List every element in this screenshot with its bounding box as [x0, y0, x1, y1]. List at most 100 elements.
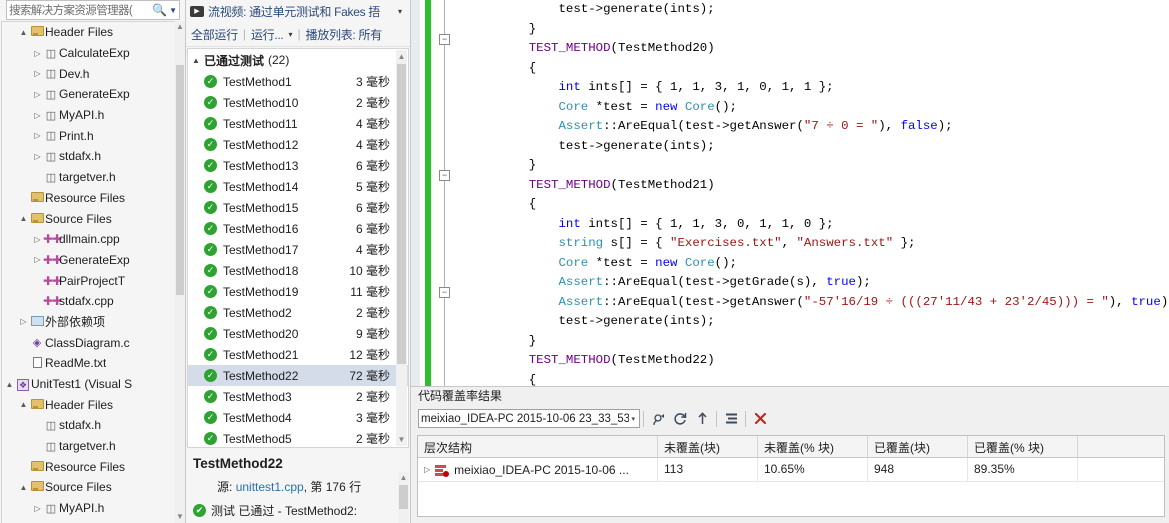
tree-item[interactable]: ▷ ✚✚ GenerateExp — [2, 250, 179, 271]
test-list-item[interactable]: ✓ TestMethod17 4 毫秒 — [188, 239, 408, 260]
tree-item[interactable]: ▷ 外部依赖项 — [2, 312, 179, 333]
tree-item[interactable]: ◫ targetver.h — [2, 167, 179, 188]
coverage-table-row[interactable]: ▷ meixiao_IDEA-PC 2015-10-06 ... 113 10.65%… — [418, 458, 1164, 482]
solution-explorer-search-box[interactable]: 搜索解决方案资源管理器( 🔍 ▼ — [6, 0, 180, 20]
tree-twisty-icon[interactable]: ▷ — [32, 90, 43, 99]
tree-item[interactable]: ▷ ◫ Print.h — [2, 125, 179, 146]
test-list-item[interactable]: ✓ TestMethod21 12 毫秒 — [188, 344, 408, 365]
tree-item[interactable]: ReadMe.txt — [2, 353, 179, 374]
scroll-up-arrow-icon[interactable]: ▲ — [396, 50, 407, 63]
run-chevron-down-icon[interactable]: ▾ — [288, 30, 292, 39]
video-icon[interactable]: ▶ — [190, 5, 204, 17]
tree-twisty-icon[interactable]: ▷ — [32, 255, 43, 264]
tree-item[interactable]: ◫ stdafx.h — [2, 415, 179, 436]
collapse-region-icon[interactable]: − — [439, 170, 450, 181]
solution-explorer-tree[interactable]: ▲ Header Files ▷ ◫ CalculateExp ▷ ◫ Dev.h ▷ ◫ Gene… — [1, 21, 179, 523]
collapse-region-icon[interactable]: − — [439, 34, 450, 45]
test-list-item[interactable]: ✓ TestMethod19 11 毫秒 — [188, 281, 408, 302]
coverage-column-header[interactable]: 未覆盖(块) — [658, 436, 758, 457]
coverage-column-header[interactable]: 层次结构 — [418, 436, 658, 457]
coverage-column-header[interactable]: 已覆盖(块) — [868, 436, 968, 457]
tree-item[interactable]: ◈ ClassDiagram.c — [2, 332, 179, 353]
solution-explorer-scrollbar[interactable]: ▲ ▼ — [175, 21, 185, 523]
test-list-item[interactable]: ✓ TestMethod20 9 毫秒 — [188, 323, 408, 344]
test-list-item[interactable]: ✓ TestMethod13 6 毫秒 — [188, 155, 408, 176]
refresh-icon[interactable] — [669, 408, 691, 429]
run-button[interactable]: 运行... — [251, 26, 284, 43]
tree-twisty-icon[interactable]: ▷ — [32, 152, 43, 161]
test-list-item[interactable]: ✓ TestMethod15 6 毫秒 — [188, 197, 408, 218]
tree-twisty-icon[interactable]: ▲ — [4, 380, 15, 389]
scroll-down-arrow-icon[interactable]: ▼ — [175, 511, 185, 523]
coverage-results-combo[interactable]: meixiao_IDEA-PC 2015-10-06 23_33_53.c ▾ — [418, 409, 640, 428]
tree-item[interactable]: ◫ targetver.h — [2, 436, 179, 457]
test-list-item[interactable]: ✓ TestMethod5 2 毫秒 — [188, 428, 408, 447]
tree-twisty-icon[interactable]: ▷ — [32, 235, 43, 244]
tree-twisty-icon[interactable]: ▲ — [18, 28, 29, 37]
test-list-item[interactable]: ✓ TestMethod10 2 毫秒 — [188, 92, 408, 113]
group-twisty-icon[interactable]: ▲ — [192, 56, 204, 65]
scroll-up-arrow-icon[interactable]: ▲ — [398, 472, 409, 484]
tree-item[interactable]: ▲ Header Files — [2, 394, 179, 415]
scrollbar-thumb[interactable] — [176, 65, 184, 295]
test-list-item[interactable]: ✓ TestMethod11 4 毫秒 — [188, 113, 408, 134]
scroll-down-arrow-icon[interactable]: ▼ — [396, 433, 407, 446]
test-list-item[interactable]: ✓ TestMethod22 72 毫秒 — [188, 365, 408, 386]
chevron-down-icon[interactable]: ▼ — [169, 6, 177, 15]
row-expander-icon[interactable]: ▷ — [424, 465, 430, 474]
tree-item[interactable]: ▲ Source Files — [2, 208, 179, 229]
tree-twisty-icon[interactable]: ▷ — [32, 49, 43, 58]
coverage-column-header[interactable]: 未覆盖(% 块) — [758, 436, 868, 457]
test-list-item[interactable]: ✓ TestMethod14 5 毫秒 — [188, 176, 408, 197]
merge-results-icon[interactable] — [720, 408, 742, 429]
tree-item[interactable]: ▷ ◫ CalculateExp — [2, 43, 179, 64]
banner-text[interactable]: 流视频: 通过单元测试和 Fakes 捂 — [208, 3, 380, 20]
coverage-column-header[interactable]: 已覆盖(% 块) — [968, 436, 1078, 457]
test-explorer-banner[interactable]: ▶ 流视频: 通过单元测试和 Fakes 捂 ▾ — [186, 0, 410, 22]
tree-item[interactable]: ▷ ◫ GenerateExp — [2, 84, 179, 105]
scrollbar-thumb[interactable] — [399, 485, 408, 509]
tree-twisty-icon[interactable]: ▷ — [32, 69, 43, 78]
detail-scrollbar[interactable]: ▲ — [398, 472, 409, 523]
tree-twisty-icon[interactable]: ▷ — [32, 504, 43, 513]
editor-text-area[interactable]: test->generate(ints); } TEST_METHOD(Test… — [455, 0, 1169, 386]
test-group-passed[interactable]: ▲ 已通过测试 (22) — [188, 49, 408, 71]
test-list-item[interactable]: ✓ TestMethod1 3 毫秒 — [188, 71, 408, 92]
code-editor[interactable]: − − − test->generate(ints); } TEST_METHO… — [411, 0, 1169, 386]
test-list-item[interactable]: ✓ TestMethod12 4 毫秒 — [188, 134, 408, 155]
tree-item[interactable]: ✚✚stdafx.cpp — [2, 291, 179, 312]
tree-item[interactable]: ▲ ❖ UnitTest1 (Visual S — [2, 374, 179, 395]
chevron-down-icon[interactable]: ▾ — [398, 7, 406, 16]
export-icon[interactable] — [691, 408, 713, 429]
tree-item[interactable]: ✚✚ PairProjectT — [2, 270, 179, 291]
test-list-item[interactable]: ✓ TestMethod4 3 毫秒 — [188, 407, 408, 428]
scrollbar-thumb[interactable] — [397, 64, 406, 364]
playlist-button[interactable]: 播放列表: 所有 — [306, 26, 383, 43]
test-list-item[interactable]: ✓ TestMethod16 6 毫秒 — [188, 218, 408, 239]
search-icon[interactable]: 🔍 — [152, 3, 167, 17]
test-list-item[interactable]: ✓ TestMethod3 2 毫秒 — [188, 386, 408, 407]
tree-item[interactable]: ▷ ◫ MyAPI.h — [2, 498, 179, 519]
tree-item[interactable]: ✚✚stdafx.cpp — [2, 519, 179, 523]
test-list-item[interactable]: ✓ TestMethod2 2 毫秒 — [188, 302, 408, 323]
delete-icon[interactable] — [749, 408, 771, 429]
editor-outlining-margin[interactable]: − − − — [435, 0, 455, 386]
tree-item[interactable]: Resource Files — [2, 188, 179, 209]
tree-item[interactable]: ▷ ◫ stdafx.h — [2, 146, 179, 167]
tree-twisty-icon[interactable]: ▷ — [32, 111, 43, 120]
tree-item[interactable]: ▲ Source Files — [2, 477, 179, 498]
tree-twisty-icon[interactable]: ▲ — [18, 483, 29, 492]
tree-twisty-icon[interactable]: ▲ — [18, 400, 29, 409]
tree-item[interactable]: Resource Files — [2, 456, 179, 477]
tree-twisty-icon[interactable]: ▷ — [32, 131, 43, 140]
coverage-results-grid[interactable]: 层次结构 未覆盖(块) 未覆盖(% 块) 已覆盖(块) 已覆盖(% 块) ▷ meixia… — [417, 435, 1165, 517]
test-list[interactable]: ▲ 已通过测试 (22) ✓ TestMethod1 3 毫秒 ✓ TestMethod… — [187, 48, 409, 448]
search-input[interactable]: 搜索解决方案资源管理器( — [9, 2, 150, 18]
test-list-item[interactable]: ✓ TestMethod18 10 毫秒 — [188, 260, 408, 281]
scroll-up-arrow-icon[interactable]: ▲ — [175, 21, 185, 33]
tree-item[interactable]: ▷ ✚✚ dllmain.cpp — [2, 229, 179, 250]
tree-item[interactable]: ▷ ◫ MyAPI.h — [2, 105, 179, 126]
coverage-grid-body[interactable]: ▷ meixiao_IDEA-PC 2015-10-06 ... 113 10.65%… — [418, 458, 1164, 482]
coverage-column-header[interactable] — [1078, 436, 1164, 457]
show-code-coverage-coloring-icon[interactable] — [647, 408, 669, 429]
